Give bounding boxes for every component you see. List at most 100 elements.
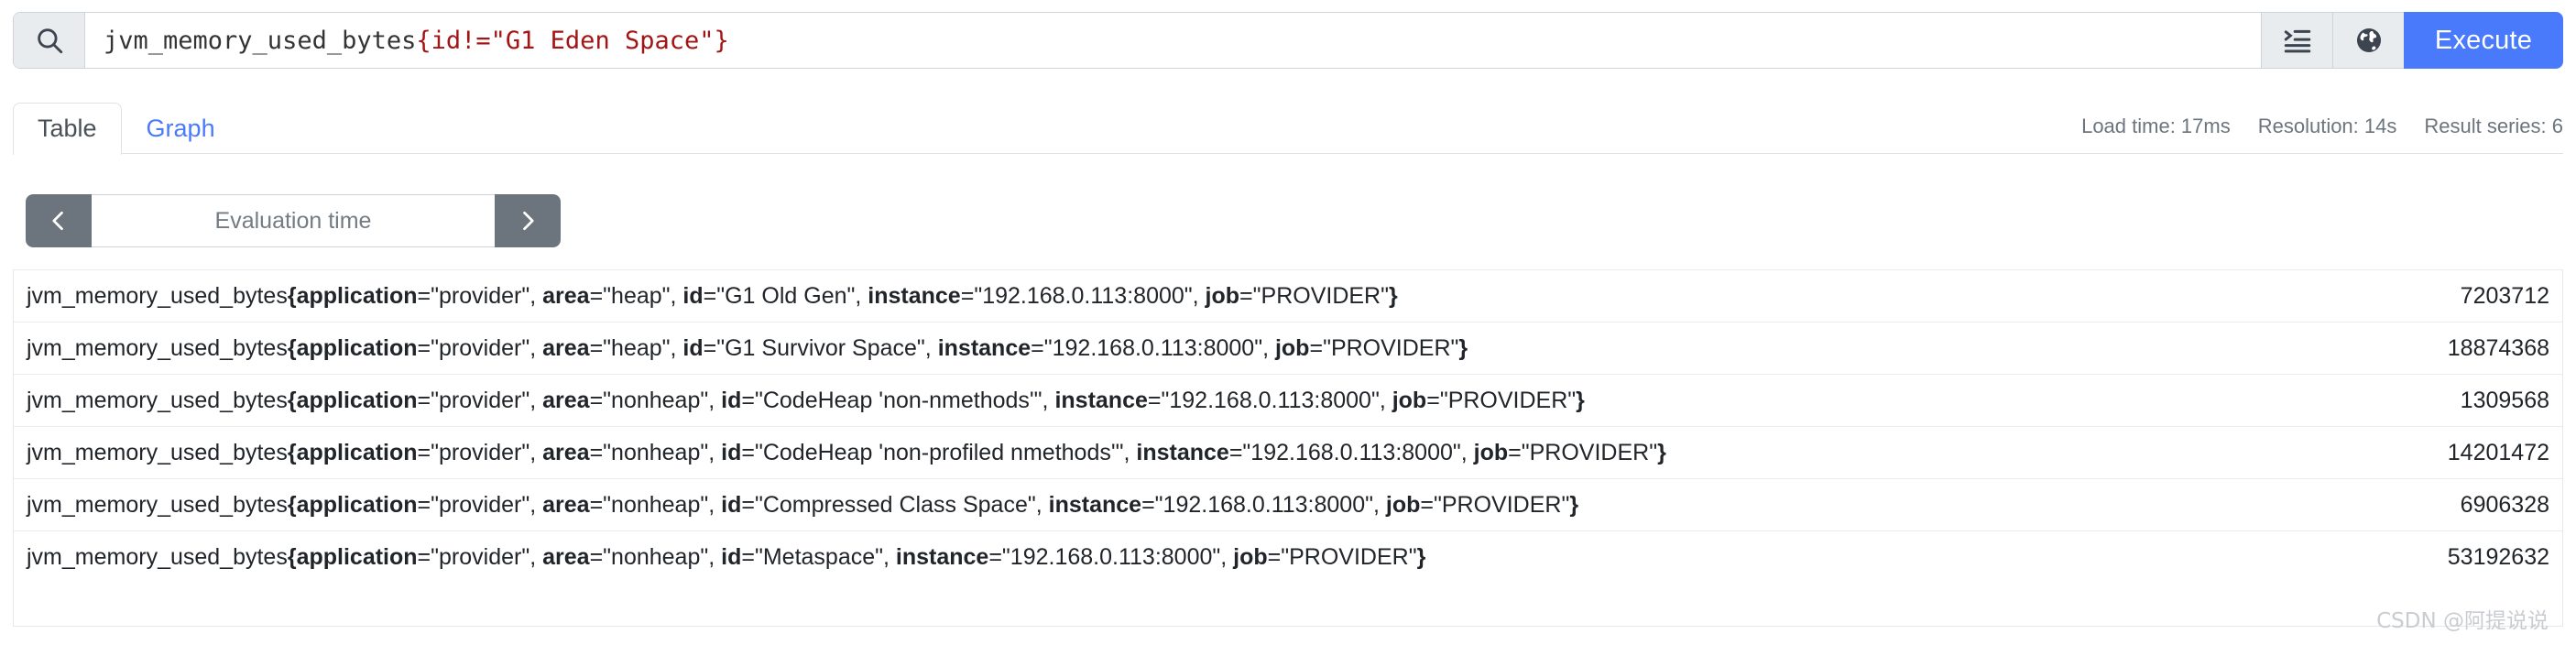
table-row: jvm_memory_used_bytes{application="provi… — [14, 374, 2562, 427]
label-value: ="CodeHeap 'non-profiled nmethods'", — [741, 439, 1137, 465]
label-name: instance — [1054, 387, 1148, 413]
label-value: ="192.168.0.113:8000", — [1141, 491, 1386, 518]
label-value: ="heap", — [589, 282, 683, 309]
label-name: id — [721, 439, 742, 465]
label-name: job — [1233, 543, 1268, 570]
label-value: ="192.168.0.113:8000", — [960, 282, 1206, 309]
label-name: job — [1205, 282, 1240, 309]
label-value: ="provider", — [417, 543, 543, 570]
load-time-stat: Load time: 17ms — [2081, 115, 2231, 137]
label-name: area — [542, 334, 590, 361]
label-name: area — [542, 543, 590, 570]
query-bar: jvm_memory_used_bytes {id!="G1 Eden Space… — [13, 12, 2563, 69]
evaluation-time-input[interactable]: Evaluation time — [92, 194, 495, 247]
label-name: job — [1392, 387, 1427, 413]
brace-open: { — [287, 334, 297, 361]
metrics-explorer-icon[interactable] — [2261, 12, 2332, 69]
expression-input[interactable]: jvm_memory_used_bytes {id!="G1 Eden Space… — [85, 13, 2261, 68]
label-value: ="Compressed Class Space", — [741, 491, 1049, 518]
table-row: jvm_memory_used_bytes{application="provi… — [14, 530, 2562, 584]
tabs-underline — [13, 153, 2563, 154]
label-value: ="PROVIDER" — [1239, 282, 1389, 309]
label-value: ="PROVIDER" — [1420, 491, 1570, 518]
series-label-cell: jvm_memory_used_bytes{application="provi… — [14, 269, 2260, 322]
execute-button[interactable]: Execute — [2404, 12, 2563, 69]
label-value: ="provider", — [417, 282, 543, 309]
label-name: id — [721, 543, 742, 570]
label-name: instance — [1048, 491, 1142, 518]
label-name: job — [1385, 491, 1421, 518]
label-name: application — [296, 439, 418, 465]
label-value: ="PROVIDER" — [1267, 543, 1417, 570]
label-name: id — [682, 282, 704, 309]
table-row: jvm_memory_used_bytes{application="provi… — [14, 426, 2562, 479]
tab-graph[interactable]: Graph — [122, 103, 240, 155]
globe-icon[interactable] — [2332, 12, 2404, 69]
label-name: instance — [1136, 439, 1229, 465]
label-name: job — [1274, 334, 1310, 361]
series-value-cell: 1309568 — [2260, 374, 2562, 427]
label-name: area — [542, 387, 590, 413]
evaluation-time-control: Evaluation time — [26, 194, 561, 247]
metric-name: jvm_memory_used_bytes — [27, 387, 288, 413]
label-name: id — [721, 491, 742, 518]
label-value: ="provider", — [417, 334, 543, 361]
label-name: instance — [868, 282, 961, 309]
label-value: ="PROVIDER" — [1508, 439, 1658, 465]
series-label-cell: jvm_memory_used_bytes{application="provi… — [14, 374, 2260, 427]
label-value: ="nonheap", — [589, 491, 722, 518]
label-name: application — [296, 282, 418, 309]
label-name: application — [296, 334, 418, 361]
result-table: jvm_memory_used_bytes{application="provi… — [14, 269, 2562, 584]
result-series-stat: Result series: 6 — [2424, 115, 2563, 137]
metric-name: jvm_memory_used_bytes — [27, 543, 288, 570]
label-value: ="192.168.0.113:8000", — [1147, 387, 1392, 413]
expression-metric: jvm_memory_used_bytes — [104, 26, 417, 55]
brace-open: { — [287, 439, 297, 465]
brace-close: } — [1576, 387, 1585, 413]
series-value-cell: 14201472 — [2260, 426, 2562, 479]
brace-open: { — [287, 282, 297, 309]
watermark: CSDN @阿提说说 — [2376, 609, 2549, 633]
series-label-cell: jvm_memory_used_bytes{application="provi… — [14, 530, 2260, 584]
label-name: instance — [937, 334, 1031, 361]
label-name: area — [542, 491, 590, 518]
metric-name: jvm_memory_used_bytes — [27, 439, 288, 465]
chevron-left-icon[interactable] — [26, 194, 92, 247]
label-name: job — [1473, 439, 1509, 465]
brace-close: } — [1458, 334, 1468, 361]
label-name: area — [542, 439, 590, 465]
brace-close: } — [1416, 543, 1426, 570]
search-icon — [14, 13, 85, 68]
label-name: id — [721, 387, 742, 413]
tab-table[interactable]: Table — [13, 102, 122, 155]
label-value: ="provider", — [417, 491, 543, 518]
table-row: jvm_memory_used_bytes{application="provi… — [14, 478, 2562, 531]
result-table-body: jvm_memory_used_bytes{application="provi… — [14, 269, 2562, 584]
expression-matcher: {id!="G1 Eden Space"} — [416, 26, 729, 55]
result-tabs: Table Graph — [13, 102, 240, 155]
table-row: jvm_memory_used_bytes{application="provi… — [14, 269, 2562, 322]
result-tabs-row: Table Graph Load time: 17ms Resolution: … — [13, 102, 2563, 155]
series-label-cell: jvm_memory_used_bytes{application="provi… — [14, 322, 2260, 375]
label-value: ="nonheap", — [589, 387, 722, 413]
brace-close: } — [1657, 439, 1666, 465]
brace-close: } — [1388, 282, 1398, 309]
result-table-card: jvm_memory_used_bytes{application="provi… — [13, 269, 2563, 627]
label-value: ="G1 Old Gen", — [703, 282, 868, 309]
label-value: ="Metaspace", — [741, 543, 896, 570]
metric-name: jvm_memory_used_bytes — [27, 334, 288, 361]
label-value: ="PROVIDER" — [1309, 334, 1459, 361]
label-name: application — [296, 387, 418, 413]
label-value: ="G1 Survivor Space", — [703, 334, 938, 361]
series-label-cell: jvm_memory_used_bytes{application="provi… — [14, 426, 2260, 479]
metric-name: jvm_memory_used_bytes — [27, 491, 288, 518]
query-stats: Load time: 17ms Resolution: 14s Result s… — [2081, 115, 2563, 138]
series-value-cell: 6906328 — [2260, 478, 2562, 531]
series-value-cell: 7203712 — [2260, 269, 2562, 322]
brace-open: { — [287, 491, 297, 518]
chevron-right-icon[interactable] — [495, 194, 561, 247]
label-value: ="provider", — [417, 439, 543, 465]
table-row: jvm_memory_used_bytes{application="provi… — [14, 322, 2562, 375]
label-value: ="nonheap", — [589, 439, 722, 465]
